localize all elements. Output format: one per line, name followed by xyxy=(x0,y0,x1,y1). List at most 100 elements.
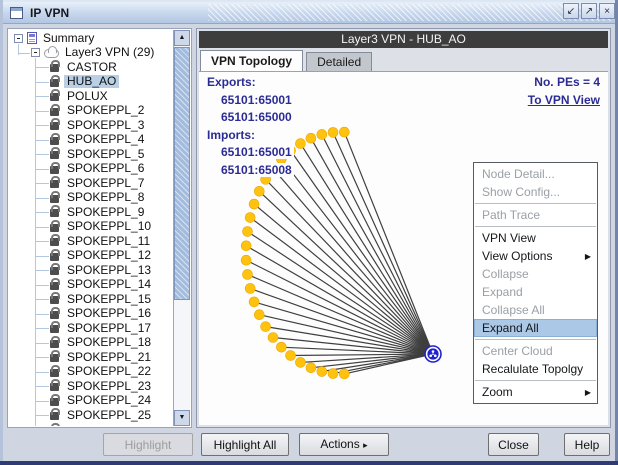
spoke-node[interactable] xyxy=(254,310,264,320)
menu-item-vpn-view[interactable]: VPN View xyxy=(474,229,597,247)
spoke-node[interactable] xyxy=(268,333,278,343)
spoke-node[interactable] xyxy=(243,269,253,279)
tree-rows: SummaryLayer3 VPN (29)CASTORHUB_AOPOLUXS… xyxy=(10,31,172,426)
maximize-button[interactable]: ↗ xyxy=(581,3,597,19)
menu-item-expand-all[interactable]: Expand All xyxy=(474,319,597,337)
spoke-node[interactable] xyxy=(295,139,305,149)
spoke-node[interactable] xyxy=(339,127,349,137)
spoke-node[interactable] xyxy=(245,283,255,293)
spoke-node[interactable] xyxy=(306,363,316,373)
tree-item[interactable]: SPOKEPPL_12 xyxy=(10,249,172,264)
submenu-arrow-icon: ▶ xyxy=(585,384,591,402)
scrollbar-down-icon[interactable]: ▼ xyxy=(174,410,190,426)
tree-item-label: SPOKEPPL_2 xyxy=(64,104,147,117)
spoke-node[interactable] xyxy=(261,322,271,332)
spoke-node[interactable] xyxy=(241,255,251,265)
menu-item-zoom[interactable]: Zoom▶ xyxy=(474,383,597,401)
tree-item[interactable]: SPOKEPPL_23 xyxy=(10,379,172,394)
lock-icon xyxy=(50,108,59,116)
tree-item-summary[interactable]: Summary xyxy=(10,31,172,46)
menu-item-label: Path Trace xyxy=(482,208,540,222)
tree-item-label: SPOKEPPL_4 xyxy=(64,133,147,146)
tree-item[interactable]: SPOKEPPL_24 xyxy=(10,394,172,409)
spoke-node[interactable] xyxy=(276,342,286,352)
menu-item-collapse: Collapse xyxy=(474,265,597,283)
tree-item[interactable]: SPOKEPPL_9 xyxy=(10,205,172,220)
menu-separator xyxy=(475,226,596,227)
tree-item[interactable]: SPOKEPPL_3 xyxy=(10,118,172,133)
lock-icon xyxy=(50,383,59,391)
close-button[interactable]: Close xyxy=(488,433,539,456)
menu-item-recalulate-topolgy[interactable]: Recalulate Topolgy xyxy=(474,360,597,378)
tree-item[interactable]: SPOKEPPL_6 xyxy=(10,162,172,177)
tree-item-label: CASTOR xyxy=(64,61,120,74)
spoke-node[interactable] xyxy=(317,129,327,139)
tree-item-layer3-vpn[interactable]: Layer3 VPN (29) xyxy=(10,46,172,61)
close-window-button[interactable]: × xyxy=(599,3,615,19)
tree-item-label: SPOKEPPL_21 xyxy=(64,351,154,364)
tree-item-label: SPOKEPPL_15 xyxy=(64,293,154,306)
lock-icon xyxy=(50,224,59,232)
scrollbar-thumb[interactable] xyxy=(174,47,190,300)
lock-icon xyxy=(50,282,59,290)
tree-item[interactable]: SPOKEPPL_22 xyxy=(10,365,172,380)
tree-collapse-handle[interactable] xyxy=(31,48,40,57)
highlight-all-button[interactable]: Highlight All xyxy=(201,433,289,456)
tree-item-label: SPOKEPPL_16 xyxy=(64,307,154,320)
spoke-node[interactable] xyxy=(295,357,305,367)
tree-item[interactable]: SPOKEPPL_4 xyxy=(10,133,172,148)
spoke-link xyxy=(322,354,433,372)
tree-item[interactable]: SPOKEPPL_21 xyxy=(10,350,172,365)
spoke-node[interactable] xyxy=(245,213,255,223)
tree-item-label: SPOKEPPL_10 xyxy=(64,220,154,233)
tree-item[interactable]: POLUX xyxy=(10,89,172,104)
spoke-node[interactable] xyxy=(328,369,338,379)
tree-item-label: SPOKEPPL_14 xyxy=(64,278,154,291)
tree-item[interactable]: SPOKEPPL_2 xyxy=(10,104,172,119)
tree-item-label: SPOKEPPL_13 xyxy=(64,264,154,277)
menu-item-label: Center Cloud xyxy=(482,344,553,358)
tree-item[interactable]: SPOKEPPL_13 xyxy=(10,263,172,278)
tree-item[interactable]: HUB_AO xyxy=(10,75,172,90)
tree-item[interactable]: SPOKEPPL_10 xyxy=(10,220,172,235)
minimize-button[interactable]: ↙ xyxy=(563,3,579,19)
spoke-node[interactable] xyxy=(339,369,349,379)
tree-item[interactable]: SPOKEPPL_7 xyxy=(10,176,172,191)
lock-icon xyxy=(50,267,59,275)
scrollbar-up-icon[interactable]: ▲ xyxy=(174,30,190,46)
help-button[interactable]: Help xyxy=(564,433,610,456)
spoke-node[interactable] xyxy=(243,227,253,237)
lock-icon xyxy=(50,238,59,246)
spoke-node[interactable] xyxy=(241,241,251,251)
tree-item[interactable]: SPOKEPPL_25 xyxy=(10,408,172,423)
spoke-node[interactable] xyxy=(249,199,259,209)
pe-info: No. PEs = 4 To VPN View xyxy=(528,74,600,109)
tree-item[interactable]: SPOKEPPL_16 xyxy=(10,307,172,322)
tree-collapse-handle[interactable] xyxy=(14,34,23,43)
tab-detailed[interactable]: Detailed xyxy=(306,52,372,71)
spoke-node[interactable] xyxy=(306,133,316,143)
tree-item[interactable]: SPOKEPPL_11 xyxy=(10,234,172,249)
tree-item-label: Layer3 VPN (29) xyxy=(62,46,157,59)
menu-item-show-config: Show Config... xyxy=(474,183,597,201)
tree-item[interactable]: SPOKEPPL_17 xyxy=(10,321,172,336)
spoke-node[interactable] xyxy=(286,351,296,361)
menu-item-view-options[interactable]: View Options▶ xyxy=(474,247,597,265)
spoke-node[interactable] xyxy=(249,297,259,307)
tree-scrollbar[interactable]: ▲ ▼ xyxy=(173,30,190,426)
actions-button[interactable]: Actions ▸ xyxy=(299,433,389,456)
tree-item-label: SPOKEPPL_25 xyxy=(64,409,154,422)
tree-item[interactable]: SPOKEPPL_15 xyxy=(10,292,172,307)
tree-item[interactable]: SPOKEPPL_18 xyxy=(10,336,172,351)
spoke-node[interactable] xyxy=(254,186,264,196)
tree-item[interactable]: CASTOR xyxy=(10,60,172,75)
tab-vpn-topology[interactable]: VPN Topology xyxy=(200,50,303,71)
to-vpn-view-link[interactable]: To VPN View xyxy=(528,92,600,110)
spoke-node[interactable] xyxy=(328,127,338,137)
spoke-node[interactable] xyxy=(317,367,327,377)
tree-item[interactable]: SPOKEPPL_14 xyxy=(10,278,172,293)
tree-item[interactable]: SPOKEPPL_8 xyxy=(10,191,172,206)
window-border-bottom xyxy=(0,461,618,465)
tree-item[interactable] xyxy=(10,423,172,427)
tree-item[interactable]: SPOKEPPL_5 xyxy=(10,147,172,162)
